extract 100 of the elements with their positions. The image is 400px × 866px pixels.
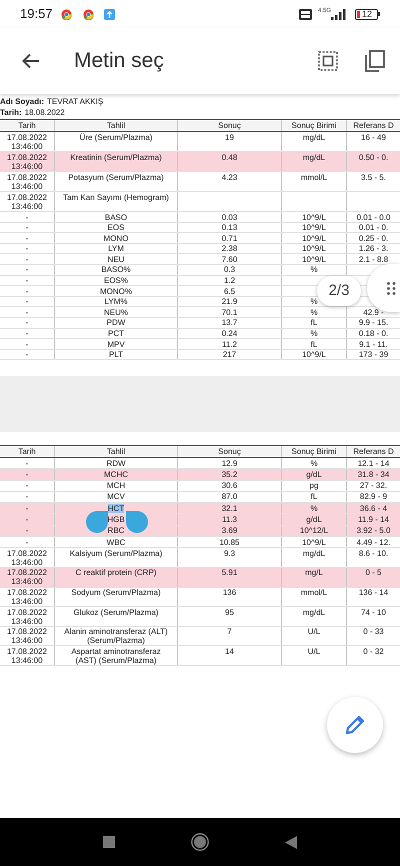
- volte-icon: [298, 8, 312, 20]
- table-cell: 173 - 39: [358, 350, 388, 360]
- table-cell-text: -: [24, 318, 30, 328]
- table-cell: 0.03: [222, 212, 238, 222]
- pencil-icon: [344, 714, 366, 736]
- table-cell: BASO%: [101, 265, 131, 274]
- table-cell-text: -: [24, 514, 30, 524]
- table-cell: 87.0: [222, 492, 238, 502]
- column-header: Referans D: [353, 447, 394, 456]
- table-cell: 27 - 32.: [360, 481, 388, 490]
- column-header: Tarih: [18, 121, 36, 130]
- table-cell: 0.24: [222, 329, 238, 338]
- table-cell: 1.26 - 3.: [358, 244, 388, 254]
- table-cell-text: 17.08.2022 13:46:00: [6, 548, 48, 567]
- table-cell: mg/dL: [302, 132, 326, 142]
- table-cell-text: -: [24, 308, 30, 317]
- table-cell: 4.49 - 12.: [356, 538, 390, 547]
- table-cell-text: 17.08.2022 13:46:00: [6, 172, 48, 190]
- table-cell: LYM: [108, 244, 124, 254]
- table-cell: 0.01 - 0.0: [356, 212, 390, 222]
- signal-icon: [331, 8, 346, 20]
- table-cell: %: [310, 265, 318, 274]
- table-cell: NEU%: [104, 308, 128, 317]
- table-cell-text: -: [24, 329, 30, 338]
- table-cell: %: [310, 329, 318, 338]
- table-cell-text: -: [24, 504, 30, 513]
- table-cell: RDW: [106, 458, 126, 468]
- table-cell-text: 17.08.2022 13:46:00: [6, 608, 48, 626]
- table-cell: 10^9/L: [302, 538, 326, 547]
- table-cell-text: 17.08.2022 13:46:00: [6, 568, 48, 586]
- column-header: Sonuç Birimi: [292, 447, 336, 456]
- select-all-icon[interactable]: [318, 51, 338, 71]
- table-cell: HCT: [108, 504, 124, 513]
- table-cell: 10.85: [219, 538, 240, 547]
- back-icon[interactable]: [285, 836, 297, 848]
- table-cell: 9.3: [224, 548, 236, 558]
- table-cell: 11.3: [222, 514, 237, 524]
- table-cell: fL: [310, 340, 318, 349]
- table-cell-text: 17.08.2022 13:46:00: [6, 192, 48, 210]
- table-cell: WBC: [106, 538, 126, 547]
- table-cell: PDW: [106, 318, 126, 328]
- table-cell: fL: [310, 492, 318, 502]
- table-cell: %: [310, 297, 318, 306]
- table-cell: %: [310, 308, 318, 317]
- table-cell: mmol/L: [300, 172, 328, 182]
- table-cell-text: -: [24, 350, 30, 360]
- table-cell: %: [310, 504, 318, 513]
- table-cell: 1.2: [224, 276, 236, 286]
- table-cell: 3.69: [222, 526, 238, 536]
- table-cell: 0.01 - 0.: [358, 223, 388, 232]
- field-label: Tarih:: [0, 107, 22, 118]
- column-header: Tahlil: [106, 121, 126, 130]
- table-cell-text: -: [24, 212, 30, 222]
- table-cell: Potasyum (Serum/Plazma): [68, 172, 164, 182]
- table-cell: 36.6 - 4: [360, 504, 388, 513]
- table-cell: 3.92 - 5.0: [356, 526, 390, 536]
- table-cell: 9.1 - 11.: [359, 340, 388, 349]
- report-date: 18.08.2022: [24, 107, 65, 118]
- table-cell: 12.9: [222, 458, 238, 468]
- table-cell: PCT: [108, 329, 124, 338]
- table-cell: MCH: [106, 481, 126, 490]
- patient-name: TEVRAT AKKIŞ: [47, 96, 104, 107]
- table-cell-text: -: [24, 254, 30, 264]
- table-cell-text: -: [24, 470, 30, 479]
- table-cell: 10^9/L: [302, 254, 326, 264]
- home-icon[interactable]: [191, 833, 209, 851]
- column-header: Sonuç: [218, 447, 241, 456]
- table-cell: fL: [310, 318, 318, 328]
- table-cell: 42.9 -: [363, 308, 384, 317]
- table-cell: EOS%: [104, 276, 128, 286]
- table-cell: HGB: [107, 514, 125, 524]
- table-cell: 0 - 32: [363, 646, 384, 656]
- table-cell-text: -: [24, 286, 30, 296]
- table-cell: 136 - 14: [358, 588, 388, 598]
- table-cell: Aspartat aminotransferaz (AST) (Serum/Plazma): [71, 646, 161, 665]
- table-cell: MCV: [107, 492, 125, 502]
- battery-level: 12: [362, 10, 372, 18]
- table-cell: NEU: [108, 254, 124, 264]
- table-cell: Kalsiyum (Serum/Plazma): [70, 548, 162, 558]
- table-cell-text: 17.08.2022 13:46:00: [6, 646, 48, 665]
- table-cell: 2.38: [222, 244, 238, 254]
- table-cell: 3.5 - 5.: [361, 172, 386, 182]
- table-cell: EOS: [108, 223, 124, 232]
- table-cell: 0 - 5: [365, 568, 382, 578]
- table-cell: g/dL: [306, 470, 322, 479]
- table-cell: mg/L: [305, 568, 323, 578]
- table-cell: 35.2: [222, 470, 238, 479]
- selection-handle[interactable]: [126, 511, 148, 534]
- table-cell: 0.25 - 0.: [358, 234, 388, 243]
- table-cell: 10^9/L: [302, 350, 326, 360]
- table-cell: MONO: [104, 234, 128, 243]
- selection-handle[interactable]: [86, 511, 108, 534]
- table-cell-text: -: [24, 244, 30, 254]
- table-cell-text: 17.08.2022 13:46:00: [6, 627, 48, 646]
- copy-icon[interactable]: [365, 50, 385, 72]
- table-cell: 30.6: [222, 481, 238, 490]
- table-cell-text: -: [24, 481, 30, 490]
- table-cell: mg/dL: [302, 548, 326, 558]
- table-cell: %: [310, 458, 318, 468]
- back-arrow-icon[interactable]: [22, 53, 40, 69]
